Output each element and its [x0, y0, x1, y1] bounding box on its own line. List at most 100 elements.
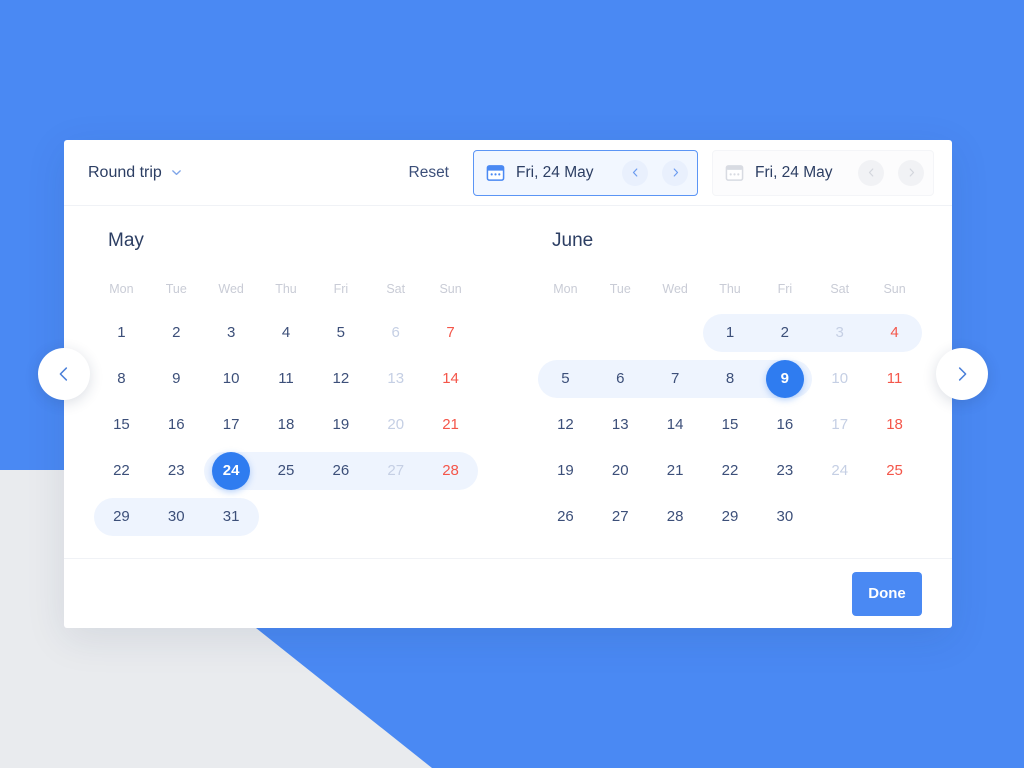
calendar-day-empty: [593, 310, 648, 356]
day-number: 26: [557, 508, 574, 525]
day-number: 6: [391, 324, 400, 341]
departure-next-day-button[interactable]: [662, 159, 688, 186]
day-number: 10: [831, 370, 849, 387]
day-number: 13: [611, 416, 629, 433]
calendar-day[interactable]: 19: [313, 402, 368, 448]
calendar-day[interactable]: 22: [94, 448, 149, 494]
calendar-day[interactable]: 13: [368, 356, 423, 402]
calendar-day[interactable]: 11: [259, 356, 314, 402]
day-number: 31: [222, 508, 240, 525]
departure-date-field[interactable]: Fri, 24 May: [473, 149, 698, 196]
day-number: 12: [557, 416, 574, 433]
calendar-day[interactable]: 21: [648, 448, 703, 494]
calendar-day[interactable]: 22: [703, 448, 758, 494]
calendar-day[interactable]: 5: [538, 356, 593, 402]
calendar-day[interactable]: 7: [423, 310, 478, 356]
calendar-day[interactable]: 4: [259, 310, 314, 356]
calendar-day[interactable]: 23: [149, 448, 204, 494]
calendar-day[interactable]: 23: [757, 448, 812, 494]
calendar-day[interactable]: 18: [259, 402, 314, 448]
calendar-week-row: 19 20 21 22 23 24 25: [538, 448, 922, 494]
calendar-icon: [486, 163, 505, 182]
done-button[interactable]: Done: [852, 571, 922, 616]
calendar-day[interactable]: 28: [648, 494, 703, 540]
calendar-day[interactable]: 27: [368, 448, 424, 494]
calendar-day[interactable]: 3: [812, 310, 868, 356]
day-number: 20: [387, 416, 405, 433]
calendar-day[interactable]: 30: [148, 494, 204, 540]
departure-prev-day-button[interactable]: [622, 159, 648, 186]
day-number: 16: [776, 416, 794, 433]
weekday-label-fri: Fri: [777, 282, 793, 296]
return-prev-day-button[interactable]: [858, 159, 884, 186]
chevron-right-icon: [953, 365, 971, 383]
day-number: 3: [835, 324, 844, 341]
next-month-button[interactable]: [936, 348, 988, 400]
return-next-day-button[interactable]: [898, 159, 924, 186]
calendar-day[interactable]: 17: [204, 402, 259, 448]
calendar-day[interactable]: 30: [757, 494, 812, 540]
calendar-day[interactable]: 28: [423, 448, 478, 494]
calendar-day[interactable]: 12: [538, 402, 593, 448]
day-number: 11: [886, 370, 903, 387]
calendar-day[interactable]: 5: [313, 310, 368, 356]
calendar-day[interactable]: 1: [702, 310, 758, 356]
calendar-day[interactable]: 26: [538, 494, 593, 540]
calendar-day[interactable]: 24: [812, 448, 867, 494]
calendar-day[interactable]: 24: [203, 448, 259, 494]
calendar-day[interactable]: 18: [867, 402, 922, 448]
calendar-day[interactable]: 3: [204, 310, 259, 356]
calendar-day[interactable]: 17: [812, 402, 867, 448]
calendar-day[interactable]: 11: [867, 356, 922, 402]
calendar-day[interactable]: 27: [593, 494, 648, 540]
calendar-day[interactable]: 16: [757, 402, 812, 448]
calendar-day[interactable]: 13: [593, 402, 648, 448]
calendar-day[interactable]: 26: [313, 448, 369, 494]
weekday-label-tue: Tue: [609, 282, 631, 296]
calendar-day-empty: [259, 494, 314, 540]
calendar-day[interactable]: 8: [94, 356, 149, 402]
trip-type-selector[interactable]: Round trip: [88, 164, 182, 182]
calendar-day[interactable]: 21: [423, 402, 478, 448]
chevron-down-icon: [171, 167, 182, 178]
calendar-day[interactable]: 9: [149, 356, 204, 402]
calendar-day[interactable]: 19: [538, 448, 593, 494]
picker-footer: Done: [64, 558, 952, 628]
calendar-day[interactable]: 15: [94, 402, 149, 448]
calendar-day[interactable]: 1: [94, 310, 149, 356]
previous-month-button[interactable]: [38, 348, 90, 400]
calendar-day[interactable]: 14: [423, 356, 478, 402]
day-number: 7: [670, 370, 680, 387]
calendar-day[interactable]: 12: [313, 356, 368, 402]
picker-header: Round trip Reset Fri, 24 May Fri, 24 May: [64, 140, 952, 206]
calendar-day[interactable]: 7: [647, 356, 703, 402]
return-date-field[interactable]: Fri, 24 May: [712, 149, 934, 196]
calendar-day[interactable]: 10: [812, 356, 867, 402]
calendar-day[interactable]: 25: [867, 448, 922, 494]
calendar-day[interactable]: 2: [149, 310, 204, 356]
calendar-icon: [725, 163, 744, 182]
calendar-day[interactable]: 9: [757, 356, 813, 402]
calendar-day[interactable]: 15: [703, 402, 758, 448]
calendar-day[interactable]: 29: [94, 494, 149, 540]
calendar-day[interactable]: 31: [203, 494, 259, 540]
calendar-week-row: 1 2 3 4 5 6 7: [94, 310, 478, 356]
calendar-day[interactable]: 29: [703, 494, 758, 540]
calendar-day[interactable]: 20: [368, 402, 423, 448]
calendar-day[interactable]: 20: [593, 448, 648, 494]
calendar-day[interactable]: 2: [757, 310, 813, 356]
weekday-label-tue: Tue: [165, 282, 187, 296]
month-june: June Mon Tue Wed Thu Fri Sat Sun 1 2 3 4 5 6 7 8 9 10 11…: [508, 230, 952, 558]
calendar-day[interactable]: 6: [592, 356, 648, 402]
day-number: 5: [561, 370, 570, 387]
weekday-label-wed: Wed: [662, 282, 688, 296]
calendar-day[interactable]: 4: [867, 310, 922, 356]
calendar-day[interactable]: 6: [368, 310, 423, 356]
calendar-day[interactable]: 10: [204, 356, 259, 402]
reset-button[interactable]: Reset: [399, 158, 460, 188]
day-number: 19: [557, 462, 574, 479]
calendar-day[interactable]: 25: [258, 448, 314, 494]
calendar-day[interactable]: 14: [648, 402, 703, 448]
calendar-day[interactable]: 16: [149, 402, 204, 448]
calendar-day[interactable]: 8: [702, 356, 758, 402]
